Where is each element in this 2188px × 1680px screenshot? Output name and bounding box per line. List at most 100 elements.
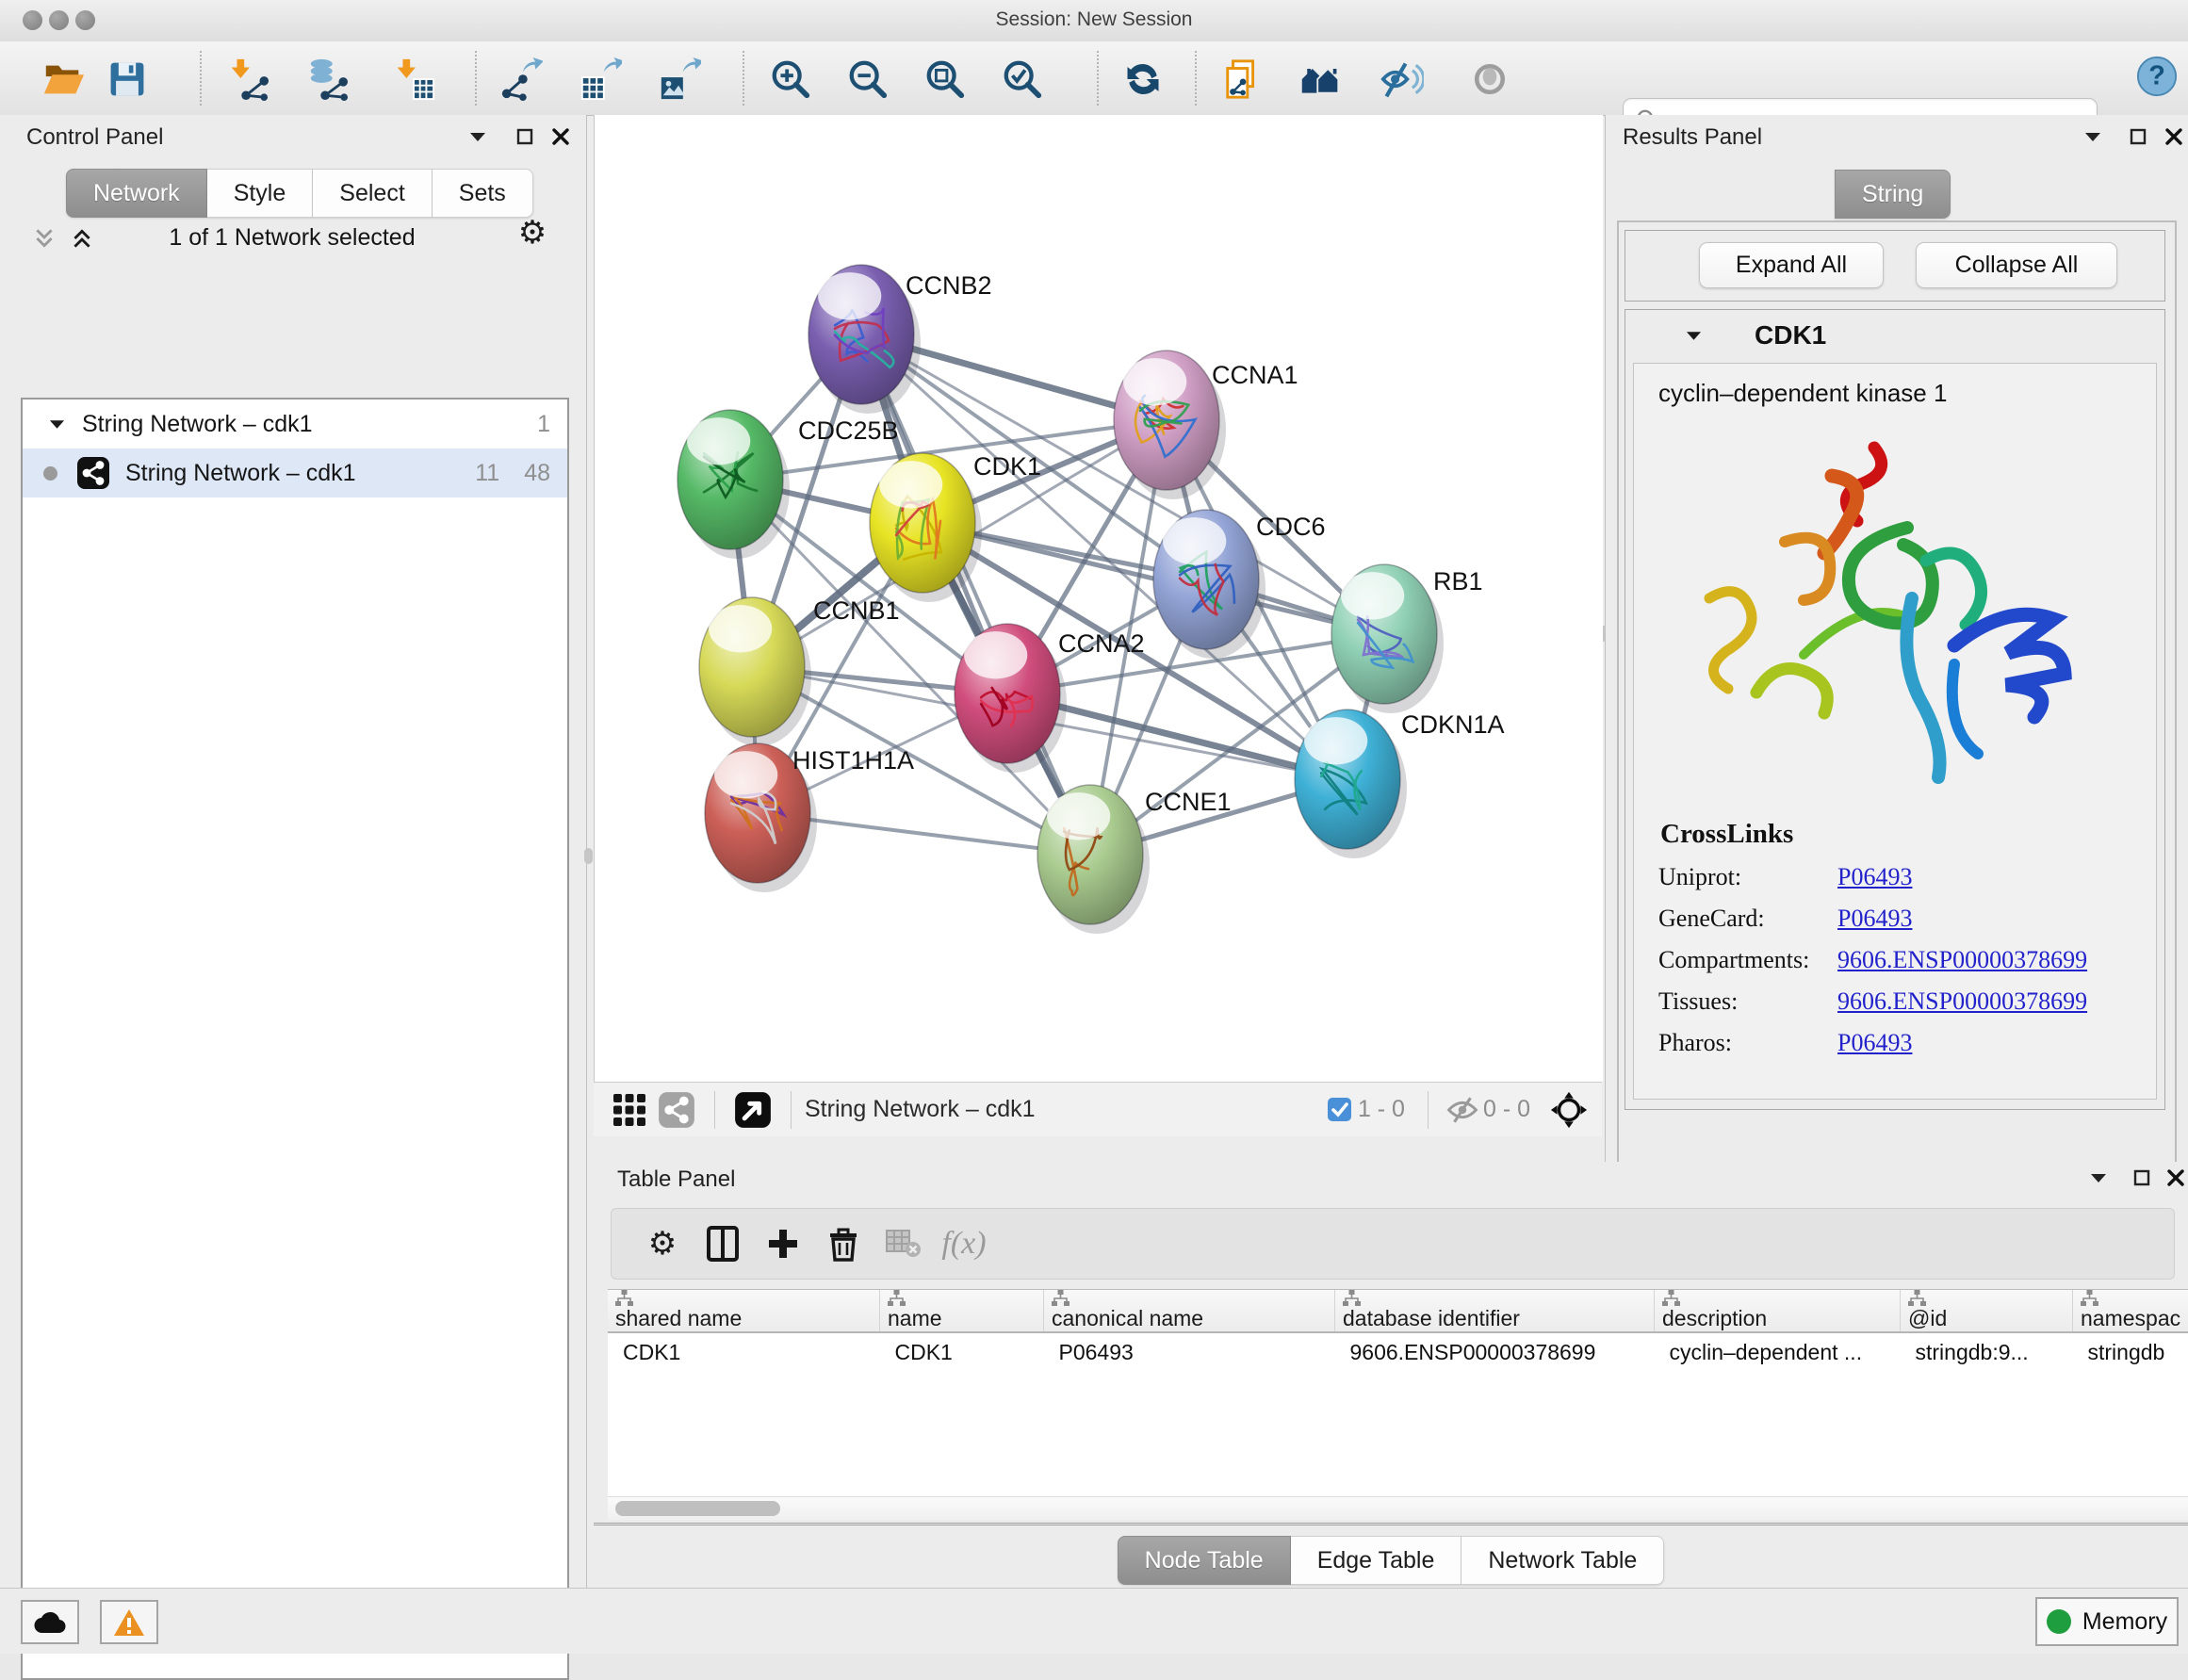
export-table-button[interactable] xyxy=(577,56,624,103)
table-row[interactable]: CDK1CDK1P064939606.ENSP00000378699cyclin… xyxy=(608,1332,2188,1371)
panel-close-icon[interactable] xyxy=(2158,122,2188,151)
expand-all-button[interactable]: Expand All xyxy=(1699,242,1884,288)
zoom-in-button[interactable] xyxy=(767,56,814,103)
selected-checkbox-icon[interactable] xyxy=(1322,1085,1358,1134)
tab-network[interactable]: Network xyxy=(66,169,207,218)
crosslink-link[interactable]: 9606.ENSP00000378699 xyxy=(1837,987,2087,1016)
tab-network-table[interactable]: Network Table xyxy=(1461,1536,1664,1585)
show-columns-icon[interactable] xyxy=(693,1219,753,1268)
network-graph[interactable]: CCNB2CCNA1CDC25BCDK1CDC6RB1CCNB1CCNA2CDK… xyxy=(595,115,1603,1082)
crosslink-link[interactable]: P06493 xyxy=(1837,1029,1912,1057)
show-all-panels-button[interactable] xyxy=(1297,56,1344,103)
table-cell[interactable]: stringdb xyxy=(2073,1332,2188,1371)
collapse-all-chevron-icon[interactable] xyxy=(28,224,60,253)
clone-network-button[interactable] xyxy=(1220,56,1267,103)
zoom-fit-button[interactable] xyxy=(922,56,969,103)
crosslink-link[interactable]: P06493 xyxy=(1837,863,1912,891)
column-header-canonical-name[interactable]: canonical name xyxy=(1044,1290,1335,1332)
crosslink-row: Uniprot:P06493 xyxy=(1658,863,2156,891)
memory-button[interactable]: Memory xyxy=(2035,1597,2179,1646)
panel-menu-icon[interactable] xyxy=(462,122,494,151)
tab-select[interactable]: Select xyxy=(313,169,432,218)
add-column-icon[interactable] xyxy=(753,1219,813,1268)
cloud-button[interactable] xyxy=(21,1600,79,1644)
separator xyxy=(1428,1091,1429,1129)
panel-menu-icon[interactable] xyxy=(2082,1164,2115,1192)
node-HIST1H1A[interactable]: HIST1H1A xyxy=(705,743,914,892)
crosslink-link[interactable]: 9606.ENSP00000378699 xyxy=(1837,946,2087,974)
cdk1-section-header[interactable]: CDK1 xyxy=(1625,310,2164,361)
node-CCNB2[interactable]: CCNB2 xyxy=(808,265,992,414)
table-cell[interactable]: P06493 xyxy=(1044,1332,1335,1371)
panel-float-icon[interactable] xyxy=(2122,122,2154,151)
zoom-selected-button[interactable] xyxy=(999,56,1046,103)
hidden-eye-slash-icon[interactable] xyxy=(1442,1085,1483,1134)
hidden-counts: 0 - 0 xyxy=(1483,1096,1530,1123)
column-header--id[interactable]: @id xyxy=(1901,1290,2073,1332)
expand-all-chevron-icon[interactable] xyxy=(66,224,98,253)
table-options-gear-icon[interactable]: ⚙ xyxy=(632,1219,693,1268)
node-RB1[interactable]: RB1 xyxy=(1331,564,1483,713)
tab-node-table[interactable]: Node Table xyxy=(1118,1536,1291,1585)
warnings-button[interactable] xyxy=(100,1600,158,1644)
function-builder-icon[interactable]: f(x) xyxy=(934,1219,994,1268)
table-cell[interactable]: CDK1 xyxy=(880,1332,1044,1371)
column-header-description[interactable]: description xyxy=(1655,1290,1901,1332)
tab-style[interactable]: Style xyxy=(207,169,314,218)
birds-eye-view-icon[interactable] xyxy=(728,1085,777,1134)
open-session-button[interactable] xyxy=(40,56,87,103)
table-cell[interactable]: stringdb:9... xyxy=(1901,1332,2073,1371)
panel-float-icon[interactable] xyxy=(2126,1164,2158,1192)
eye-disabled-button[interactable] xyxy=(1466,56,1513,103)
hide-panels-button[interactable] xyxy=(1378,56,1425,103)
disclosure-triangle-icon[interactable] xyxy=(49,418,65,430)
help-icon: ? xyxy=(2135,55,2179,98)
import-network-file-button[interactable] xyxy=(224,56,271,103)
help-button[interactable]: ? xyxy=(2133,53,2180,100)
import-network-database-button[interactable] xyxy=(303,56,351,103)
tab-edge-table[interactable]: Edge Table xyxy=(1291,1536,1462,1585)
crosslink-link[interactable]: P06493 xyxy=(1837,905,1912,933)
zoom-out-button[interactable] xyxy=(844,56,891,103)
tab-sets[interactable]: Sets xyxy=(433,169,533,218)
node-CCNB1[interactable]: CCNB1 xyxy=(699,596,900,746)
export-network-button[interactable] xyxy=(498,56,545,103)
scrollbar-thumb[interactable] xyxy=(615,1501,780,1516)
save-session-button[interactable] xyxy=(104,56,151,103)
table-cell[interactable]: CDK1 xyxy=(608,1332,880,1371)
apply-layout-button[interactable] xyxy=(1119,56,1167,103)
node-CDC25B[interactable]: CDC25B xyxy=(678,410,899,559)
panel-menu-icon[interactable] xyxy=(2077,122,2109,151)
collection-label: String Network – cdk1 xyxy=(82,411,313,438)
export-image-button[interactable] xyxy=(656,56,703,103)
collapse-all-button[interactable]: Collapse All xyxy=(1916,242,2117,288)
network-thumbnail-icon[interactable] xyxy=(652,1085,701,1134)
disclosure-triangle-icon[interactable] xyxy=(1686,330,1702,341)
network-options-gear-icon[interactable]: ⚙ xyxy=(516,219,548,247)
node-CCNA1[interactable]: CCNA1 xyxy=(1114,351,1298,499)
column-header-shared-name[interactable]: shared name xyxy=(608,1290,880,1332)
network-collection-row[interactable]: String Network – cdk1 1 xyxy=(23,400,567,449)
splitter-handle[interactable] xyxy=(584,848,593,864)
node-CCNE1[interactable]: CCNE1 xyxy=(1037,785,1232,934)
column-header-name[interactable]: name xyxy=(880,1290,1044,1332)
network-row-selected[interactable]: String Network – cdk1 11 48 xyxy=(23,449,567,497)
table-horizontal-scrollbar[interactable] xyxy=(608,1496,2188,1520)
grid-view-icon[interactable] xyxy=(607,1085,652,1134)
tab-string[interactable]: String xyxy=(1835,170,1951,219)
network-canvas[interactable]: CCNB2CCNA1CDC25BCDK1CDC6RB1CCNB1CCNA2CDK… xyxy=(594,115,1603,1082)
protein-description: cyclin–dependent kinase 1 xyxy=(1658,379,2156,408)
node-CDKN1A[interactable]: CDKN1A xyxy=(1295,710,1505,858)
table-cell[interactable]: cyclin–dependent ... xyxy=(1655,1332,1901,1371)
panel-close-icon[interactable] xyxy=(545,122,577,151)
delete-table-icon[interactable] xyxy=(874,1219,934,1268)
column-header-namespac[interactable]: namespac xyxy=(2073,1290,2188,1332)
panel-close-icon[interactable] xyxy=(2160,1164,2188,1192)
table-cell[interactable]: 9606.ENSP00000378699 xyxy=(1335,1332,1655,1371)
delete-column-trash-icon[interactable] xyxy=(813,1219,874,1268)
import-table-button[interactable] xyxy=(390,56,437,103)
fit-selected-crosshair-icon[interactable] xyxy=(1543,1085,1594,1134)
column-header-database-identifier[interactable]: database identifier xyxy=(1335,1290,1655,1332)
edge-CCNB2-CCNE1[interactable] xyxy=(861,334,1090,855)
panel-float-icon[interactable] xyxy=(509,122,541,151)
